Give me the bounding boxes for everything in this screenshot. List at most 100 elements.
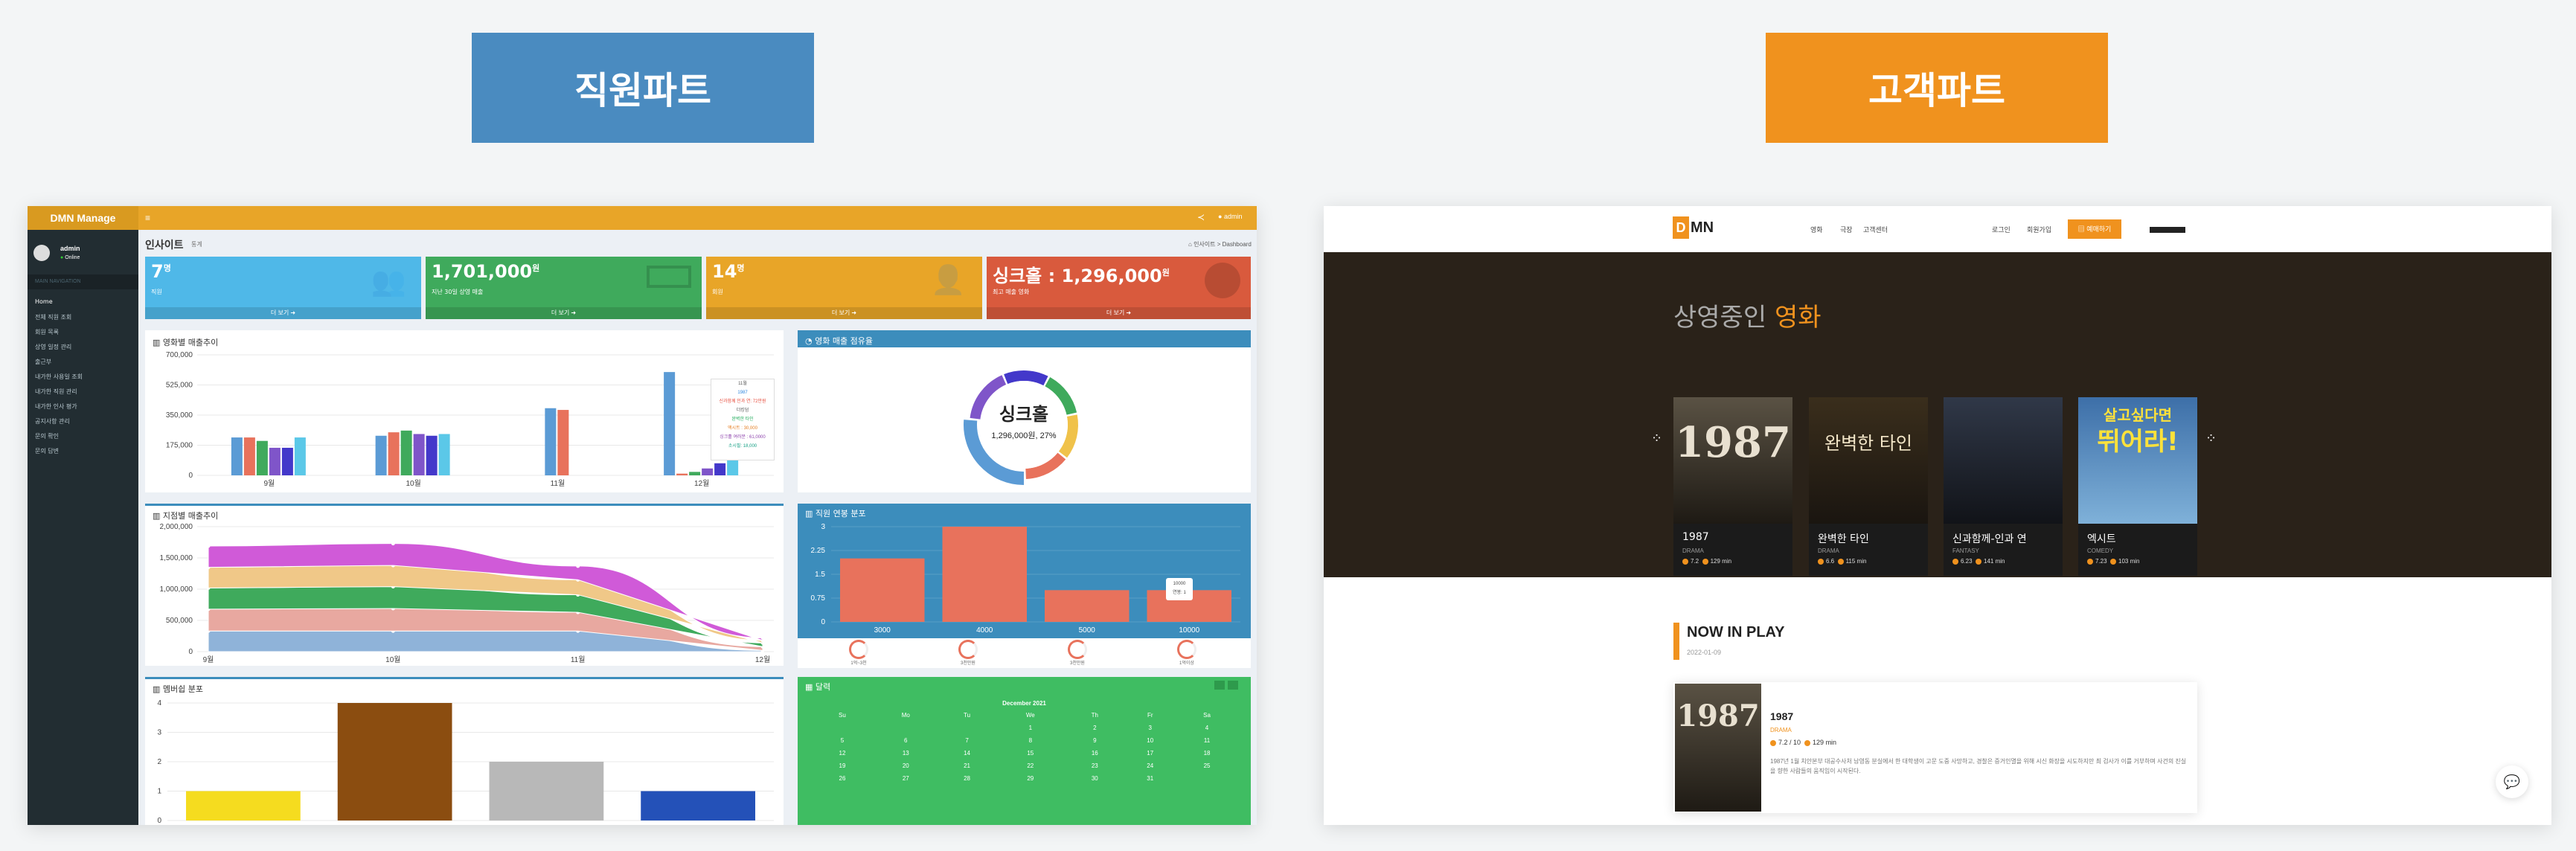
calendar-day[interactable]: 7: [940, 734, 995, 747]
calendar-day[interactable]: 10: [1123, 734, 1177, 747]
nav-support[interactable]: 고객센터: [1863, 225, 1888, 234]
featured-movie-card[interactable]: 1987 1987 DRAMA 7.2 / 10 129 min 1987년 1…: [1673, 682, 2197, 813]
carousel-next-icon[interactable]: ⁘: [2205, 431, 2217, 446]
language-switch[interactable]: [2150, 227, 2185, 233]
calendar-day[interactable]: 31: [1123, 772, 1177, 785]
calendar-day[interactable]: 26: [813, 772, 872, 785]
card-title: ▥ 멤버쉽 분포: [153, 683, 203, 695]
gauge-label: 1억~3천: [850, 661, 867, 666]
calendar-day[interactable]: 28: [940, 772, 995, 785]
carousel-prev-icon[interactable]: ⁘: [1651, 431, 1662, 446]
y-tick-label: 0: [188, 472, 193, 480]
movie-card[interactable]: 신과함께-인과 연 FANTASY 6.23 141 min: [1944, 397, 2063, 576]
calendar-day[interactable]: 27: [872, 772, 940, 785]
brand-logo[interactable]: DMN Manage: [28, 206, 138, 230]
section-title-accent: 영화: [1774, 303, 1822, 333]
stat-footer-link[interactable]: 더 보기 ➜: [706, 307, 982, 319]
user-icon: ●: [1218, 213, 1223, 220]
calendar-day[interactable]: 20: [872, 760, 940, 772]
sidebar-item[interactable]: 내가한 인사 평가: [35, 402, 77, 411]
login-link[interactable]: 로그인: [1992, 225, 2011, 234]
stat-value: 1,701,000: [432, 261, 533, 282]
stat-footer-label: 더 보기: [270, 309, 289, 316]
calendar-day[interactable]: 4: [1177, 722, 1237, 734]
gauge-ring: [849, 640, 868, 659]
user-menu[interactable]: ● admin: [1218, 213, 1242, 220]
avatar: [33, 245, 50, 261]
reserve-button[interactable]: ▤ 예매하기: [2068, 219, 2121, 239]
calendar-day[interactable]: 11: [1177, 734, 1237, 747]
y-tick-label: 2.25: [811, 547, 826, 555]
share-icon[interactable]: ≺: [1197, 212, 1205, 222]
calendar-day[interactable]: 1: [994, 722, 1066, 734]
calendar-day[interactable]: 19: [813, 760, 872, 772]
sidebar-item[interactable]: 출근부: [35, 358, 51, 366]
signup-link[interactable]: 회원가입: [2027, 225, 2051, 234]
calendar-day[interactable]: 6: [872, 734, 940, 747]
calendar-day[interactable]: 21: [940, 760, 995, 772]
sidebar-item[interactable]: 문의 확인: [35, 432, 59, 440]
tooltip-line: 싱크홀 여러분 : 61,0000: [720, 435, 766, 440]
movie-card[interactable]: 완벽한 타인 완벽한 타인 DRAMA 6.6 115 min: [1809, 397, 1928, 576]
bar-chart-icon: ▥: [805, 509, 813, 518]
stat-label: 지난 30일 상영 매출: [432, 289, 484, 295]
tooltip-line: 더킹덤: [736, 408, 749, 413]
stat-box-revenue: 1,701,000원 지난 30일 상영 매출 더 보기 ➜: [426, 257, 702, 319]
calendar-day[interactable]: 15: [994, 747, 1066, 760]
calendar-day[interactable]: 3: [1123, 722, 1177, 734]
sidebar-item[interactable]: 전체 직원 조회: [35, 313, 71, 321]
sidebar-item[interactable]: 내가한 직원 관리: [35, 388, 77, 396]
site-logo[interactable]: D MN: [1673, 216, 1714, 239]
bar: [689, 472, 701, 475]
calendar-day[interactable]: 25: [1177, 760, 1237, 772]
movie-rating: 6.23: [1961, 558, 1973, 565]
calendar-day[interactable]: 24: [1123, 760, 1177, 772]
calendar-day[interactable]: 30: [1066, 772, 1123, 785]
calendar-day[interactable]: 13: [872, 747, 940, 760]
calendar-day[interactable]: 5: [813, 734, 872, 747]
clock-icon: [1702, 558, 1708, 565]
breadcrumb[interactable]: ⌂ 인사이트 > Dashboard: [1188, 240, 1252, 248]
calendar-day[interactable]: 2: [1066, 722, 1123, 734]
calendar-day[interactable]: 17: [1123, 747, 1177, 760]
calendar-day[interactable]: 8: [994, 734, 1066, 747]
chat-icon[interactable]: 💬: [2496, 765, 2528, 798]
gauge-label: 3천만원: [1070, 661, 1085, 666]
movie-card[interactable]: 1987 1987 DRAMA 7.2 129 min: [1673, 397, 1792, 576]
sidebar-item[interactable]: 공지사항 관리: [35, 417, 70, 426]
calendar-day[interactable]: 18: [1177, 747, 1237, 760]
calendar-card: ▦ 달력 December 2021 Su Mo Tu We Th Fr Sa 1 2 3 4 5 6 7…: [798, 677, 1251, 825]
movie-card[interactable]: 살고싶다면 뛰어라! 엑시트 COMEDY 7.23 103 min: [2078, 397, 2197, 576]
calendar-day[interactable]: 22: [994, 760, 1066, 772]
calendar-day[interactable]: 14: [940, 747, 995, 760]
calendar-day[interactable]: 23: [1066, 760, 1123, 772]
users-icon: 👥: [371, 266, 406, 298]
sidebar-item[interactable]: 문의 답변: [35, 447, 59, 455]
salary-gauge: 1억~3천: [842, 640, 875, 666]
stat-box-top-movie: 싱크홀 : 1,296,000원 최고 매출 영화 더 보기 ➜: [987, 257, 1251, 319]
user-status-label: Online: [65, 255, 80, 260]
calendar-day[interactable]: 12: [813, 747, 872, 760]
menu-toggle-icon[interactable]: ≡: [145, 213, 150, 223]
stat-label: 직원: [151, 289, 162, 295]
stat-footer-link[interactable]: 더 보기 ➜: [145, 307, 421, 319]
x-tick-label: 3000: [874, 626, 891, 635]
sidebar-item[interactable]: 회원 목록: [35, 328, 59, 336]
calendar-menu-button[interactable]: [1214, 681, 1225, 690]
bar: [413, 434, 425, 475]
sidebar-item[interactable]: 상영 일정 관리: [35, 343, 71, 351]
movie-runtime: 115 min: [1845, 558, 1867, 565]
nav-movies[interactable]: 영화: [1810, 225, 1823, 234]
calendar-close-button[interactable]: [1228, 681, 1238, 690]
sidebar-item[interactable]: 내가한 사용일 조회: [35, 373, 83, 381]
calendar-day[interactable]: 29: [994, 772, 1066, 785]
sidebar-item[interactable]: Home: [35, 298, 53, 305]
membership-card: ▥ 멤버쉽 분포 0 1 2 3 4: [145, 677, 784, 825]
nav-theaters[interactable]: 극장: [1840, 225, 1853, 234]
featured-description: 1987년 1월 치안본부 대공수사처 남영동 분실에서 한 대학생이 고문 도…: [1770, 758, 2187, 774]
stat-footer-link[interactable]: 더 보기 ➜: [426, 307, 702, 319]
calendar-day[interactable]: 9: [1066, 734, 1123, 747]
stat-footer-link[interactable]: 더 보기 ➜: [987, 307, 1251, 319]
calendar-day[interactable]: 16: [1066, 747, 1123, 760]
membership-chart: 0 1 2 3 4: [157, 699, 774, 825]
